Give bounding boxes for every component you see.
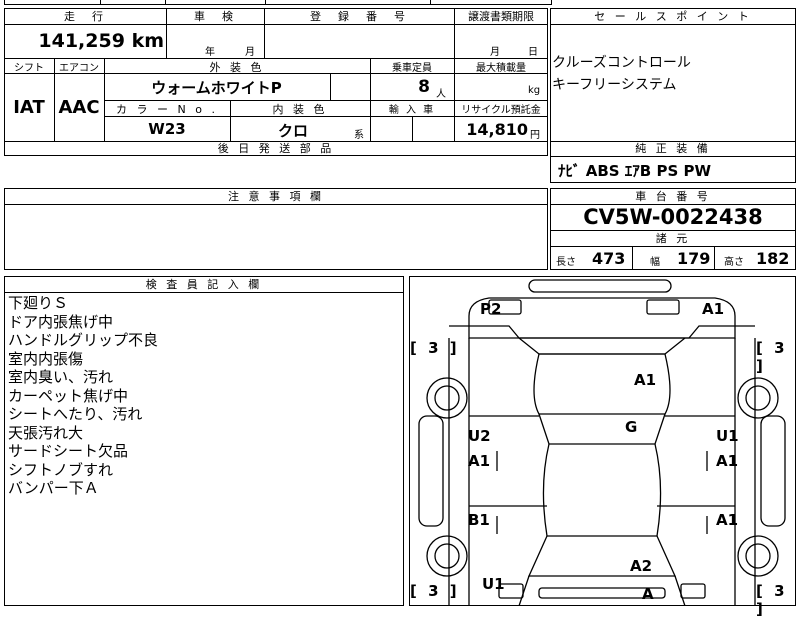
note-item: カーペット焦げ中: [8, 386, 129, 405]
height-label: 高さ: [724, 257, 744, 268]
note-item: 下廻りＳ: [8, 294, 69, 312]
aircon-label: エアコン: [59, 63, 99, 74]
mark-front-left: U1: [482, 575, 505, 593]
remarks-label: 注 意 事 項 欄: [228, 190, 324, 203]
capacity-label: 乗車定員: [392, 63, 432, 74]
note-item: 室内臭い、汚れ: [8, 368, 114, 386]
equipment-value: ﾅﾋﾞ ABS ｴｱB PS PW: [558, 162, 712, 180]
transfer-day-unit: 日: [528, 47, 538, 58]
capacity-unit: 人: [436, 89, 446, 100]
shift-value: IAT: [13, 97, 45, 118]
sales-points-label: セ ー ル ス ポ イ ン ト: [594, 10, 752, 23]
color-no-label: カ ラ ー N o .: [116, 103, 218, 116]
inspector-notes-label: 検 査 員 記 入 欄: [145, 278, 263, 291]
exterior-color-value: ウォームホワイトP: [151, 79, 282, 97]
inspector-notes-list: 下廻りＳ ドア内張焦げ中 ハンドルグリップ不良 室内内張傷 室内臭い、汚れ カー…: [8, 294, 158, 498]
import-label: 輸 入 車: [388, 105, 436, 116]
mileage-label: 走 行: [64, 10, 106, 23]
interior-color-value: クロ: [277, 122, 308, 140]
load-unit: kg: [528, 85, 541, 96]
top-strip: [4, 0, 552, 5]
mileage-value: 141,259 km: [4, 30, 164, 52]
mark-rear-right: A1: [702, 300, 725, 318]
shift-label: シフト: [14, 63, 44, 74]
mark-right-upper-grade: A1: [716, 452, 739, 470]
note-item: バンパー下Ａ: [8, 479, 99, 497]
inspection-year-unit: 年: [205, 47, 215, 58]
mark-right-lower: A1: [716, 511, 739, 529]
chassis-no-label: 車 台 番 号: [635, 190, 711, 203]
tire-front-left: [ 3 ]: [410, 582, 460, 600]
note-item: 室内内張傷: [8, 349, 84, 368]
specs-label: 諸 元: [655, 232, 691, 245]
mark-front: A: [642, 585, 654, 603]
note-item: 天張汚れ大: [8, 423, 84, 442]
chassis-no-value: CV5W-0022438: [583, 205, 763, 229]
length-value: 473: [592, 249, 626, 268]
interior-suffix: 系: [354, 130, 364, 141]
height-value: 182: [756, 249, 790, 268]
mark-center: G: [625, 418, 638, 436]
mark-left-upper-label: U2: [468, 427, 491, 445]
mark-right-upper-label: U1: [716, 427, 739, 445]
inspection-label: 車 検: [194, 10, 236, 23]
sales-point-item: キーフリーシステム: [552, 77, 677, 93]
registration-label: 登 録 番 号: [310, 10, 408, 23]
mileage-unit: km: [131, 30, 164, 52]
note-item: シフトノブすれ: [8, 460, 114, 479]
mark-roof: A1: [634, 371, 657, 389]
note-item: ハンドルグリップ不良: [8, 331, 159, 349]
width-value: 179: [677, 249, 711, 268]
later-parts-label: 後 日 発 送 部 品: [217, 142, 335, 155]
mark-rear-left: P2: [480, 300, 502, 318]
recycle-fee-label: リサイクル預託金: [461, 105, 541, 116]
aircon-value: AAC: [58, 97, 100, 118]
tire-front-right: [ 3 ]: [756, 582, 788, 618]
tire-rear-right: [ 3 ]: [756, 339, 788, 375]
note-item: シートへたり、汚れ: [8, 405, 143, 423]
mark-left-upper-grade: A1: [468, 452, 491, 470]
max-load-label: 最大積載量: [476, 63, 526, 74]
width-label: 幅: [650, 257, 660, 268]
transfer-docs-label: 譲渡書類期限: [468, 10, 534, 23]
inspection-month-unit: 月: [245, 47, 255, 58]
interior-color-label: 内 装 色: [272, 103, 328, 116]
recycle-fee-value: 14,810: [466, 120, 528, 139]
mark-left-lower: B1: [468, 511, 490, 529]
tire-rear-left: [ 3 ]: [410, 339, 460, 357]
capacity-value: 8: [418, 77, 430, 97]
note-item: サードシート欠品: [8, 442, 129, 460]
length-label: 長さ: [556, 257, 576, 268]
sales-point-item: クルーズコントロール: [552, 55, 691, 71]
transfer-month-unit: 月: [490, 47, 500, 58]
mileage-number: 141,259: [38, 30, 125, 52]
equipment-label: 純 正 装 備: [635, 142, 711, 155]
recycle-fee-unit: 円: [530, 130, 540, 141]
mark-hood: A2: [630, 557, 653, 575]
note-item: ドア内張焦げ中: [8, 312, 114, 331]
color-no-value: W23: [148, 120, 186, 138]
